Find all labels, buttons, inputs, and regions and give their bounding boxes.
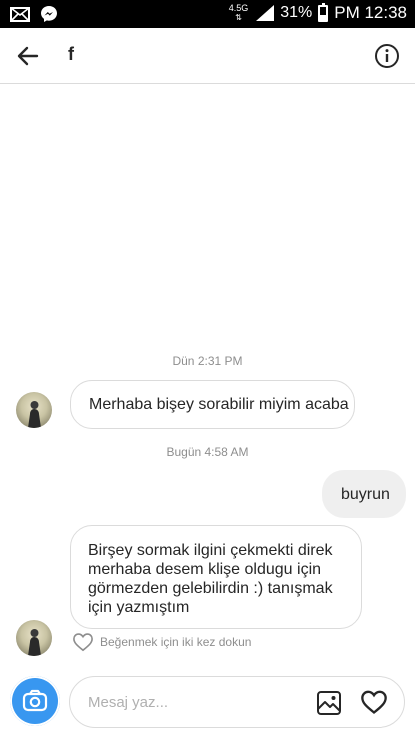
message-input[interactable] [88, 691, 288, 713]
message-text: buyrun [341, 486, 390, 503]
incoming-message[interactable]: Birşey sormak ilgini çekmekti direk merh… [70, 525, 362, 629]
battery-percent: 31% [280, 4, 313, 21]
conversation-header: f [0, 28, 415, 84]
gallery-button[interactable] [316, 690, 342, 716]
like-hint-text: Beğenmek için iki kez dokun [100, 635, 252, 649]
message-composer [69, 676, 405, 728]
messenger-icon [41, 6, 57, 22]
like-button[interactable] [360, 689, 388, 717]
camera-icon [22, 689, 48, 712]
mail-icon [10, 6, 30, 22]
contact-avatar[interactable] [16, 392, 52, 428]
network-indicator: 4.5G ⇅ [228, 3, 249, 23]
network-type: 4.5G [228, 3, 249, 13]
gallery-icon [317, 691, 341, 715]
avatar-image [28, 629, 41, 656]
message-timestamp: Bugün 4:58 AM [166, 445, 249, 459]
info-button[interactable] [373, 42, 401, 70]
heart-icon [361, 690, 387, 714]
clock: PM 12:38 [334, 3, 407, 22]
message-text: Birşey sormak ilgini çekmekti direk merh… [88, 542, 333, 616]
contact-name[interactable]: f [68, 44, 74, 65]
avatar-image [28, 401, 41, 428]
signal-icon [256, 5, 275, 21]
back-arrow-icon [17, 46, 39, 66]
back-button[interactable] [14, 42, 42, 70]
info-icon [375, 44, 399, 68]
camera-button[interactable] [10, 676, 60, 726]
like-hint[interactable]: Beğenmek için iki kez dokun [72, 632, 251, 652]
battery-icon [318, 2, 329, 22]
heart-outline-icon [73, 633, 93, 652]
message-text: Merhaba bişey sorabilir miyim acaba [89, 396, 349, 413]
incoming-message[interactable]: Merhaba bişey sorabilir miyim acaba [70, 380, 355, 429]
redacted-name-area [80, 45, 192, 67]
status-bar: 4.5G ⇅ 31% PM 12:38 [0, 0, 415, 28]
message-timestamp: Dün 2:31 PM [172, 354, 243, 368]
contact-avatar[interactable] [16, 620, 52, 656]
outgoing-message[interactable]: buyrun [322, 470, 406, 518]
